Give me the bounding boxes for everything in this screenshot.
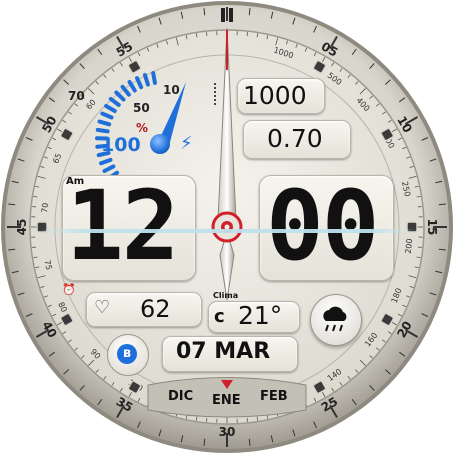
rain-cloud-icon bbox=[318, 304, 352, 334]
month-next: FEB bbox=[260, 389, 288, 404]
heart-rate-icon: ♡ bbox=[94, 297, 110, 318]
steps-value: 1000 bbox=[243, 81, 307, 110]
watch-face: 5505101520253035404550 10005004003002502… bbox=[0, 0, 454, 454]
battery-percent-unit: % bbox=[136, 121, 148, 135]
weather-label: Clima bbox=[213, 291, 238, 300]
weather-unit: c bbox=[214, 306, 225, 327]
battery-scale-label: 70 bbox=[68, 89, 85, 103]
minutes-digits: 00 bbox=[266, 176, 378, 276]
battery-scale-label: 50 bbox=[133, 101, 150, 115]
outer-ring-label: 45 bbox=[15, 219, 29, 236]
distance-value: 0.70 bbox=[267, 124, 323, 153]
battery-segment bbox=[100, 122, 110, 125]
charging-bolt-icon: ⚡ bbox=[180, 133, 193, 154]
weather-temp: 21° bbox=[238, 301, 282, 330]
month-prev: DIC bbox=[168, 389, 193, 404]
hours-digits: 12 bbox=[66, 176, 178, 276]
battery-value: 100 bbox=[101, 134, 141, 156]
date-value: 07 MAR bbox=[176, 339, 270, 364]
month-current: ENE bbox=[212, 393, 241, 408]
tachymeter-label: 200 bbox=[404, 238, 415, 254]
outer-ring-label: 30 bbox=[219, 425, 236, 439]
battery-segment bbox=[145, 75, 148, 85]
battery-segment bbox=[98, 130, 108, 131]
bluetooth-icon: ʙ bbox=[117, 344, 137, 364]
steps-icon bbox=[214, 83, 224, 105]
battery-scale-label: 10 bbox=[163, 83, 180, 97]
heart-rate-value: 62 bbox=[140, 295, 171, 323]
time-midline bbox=[40, 229, 416, 233]
battery-knob-icon bbox=[150, 134, 170, 154]
tachymeter-label: 70 bbox=[40, 202, 50, 213]
alarm-icon: ⏰ bbox=[62, 283, 76, 296]
marker-12-right bbox=[229, 8, 233, 22]
marker-12-left bbox=[221, 8, 225, 22]
outer-ring-label: 15 bbox=[425, 219, 439, 236]
battery-segment bbox=[153, 73, 155, 83]
